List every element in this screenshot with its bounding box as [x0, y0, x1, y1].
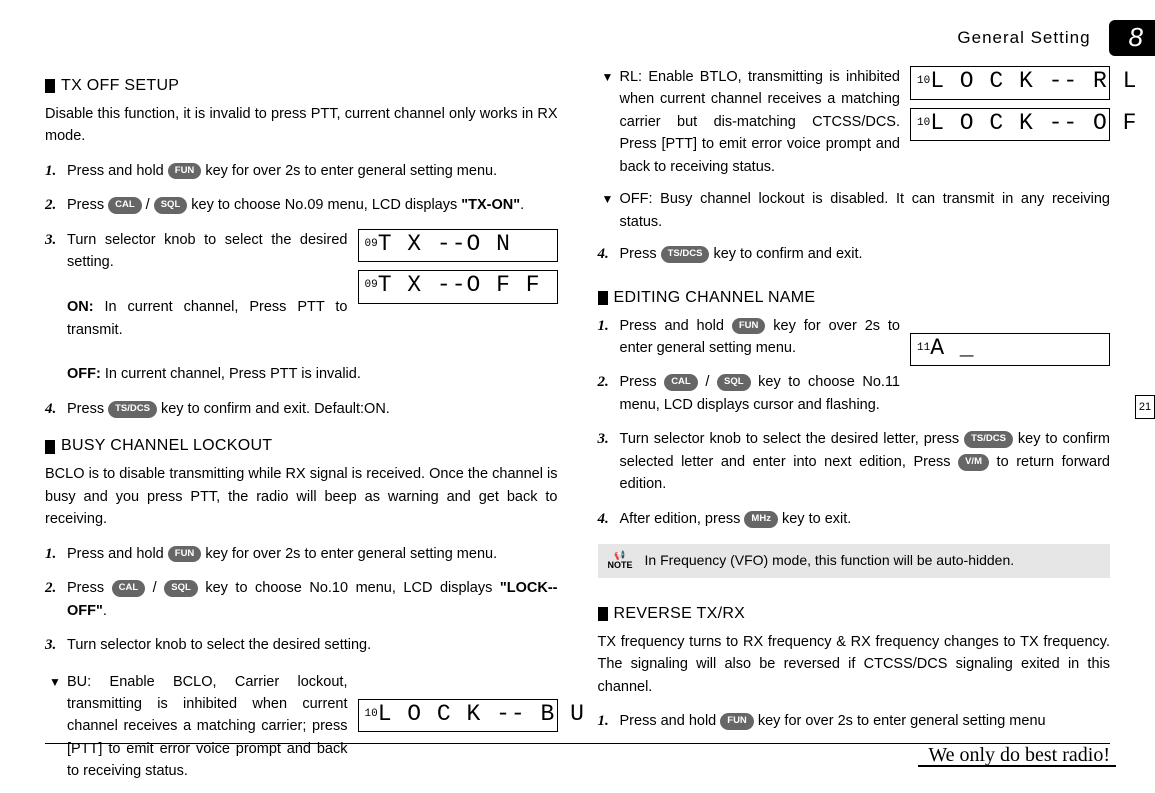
- step-number: 3.: [45, 634, 56, 657]
- step-number: 2.: [45, 194, 56, 217]
- section-title-text: REVERSE TX/RX: [614, 602, 746, 627]
- sql-key-icon: SQL: [164, 580, 198, 597]
- step-number: 4.: [598, 508, 609, 531]
- tsdcs-key-icon: TS/DCS: [964, 431, 1013, 448]
- step: 1. 11A _ Press and hold FUN key for over…: [598, 315, 1111, 360]
- lcd-display: 11A _: [910, 333, 1110, 367]
- reverse-intro: TX frequency turns to RX frequency & RX …: [598, 631, 1111, 698]
- lcd-display: 09T X --O N: [358, 229, 558, 263]
- right-column: ▼ 10L O C K -- R L 10L O C K -- O F RL: …: [598, 28, 1111, 793]
- note-text: In Frequency (VFO) mode, this function w…: [645, 550, 1015, 572]
- header-title: General Setting: [957, 28, 1090, 48]
- lcd-display: 09T X --O F F: [358, 270, 558, 304]
- step: 1. Press and hold FUN key for over 2s to…: [598, 710, 1111, 732]
- bclo-intro: BCLO is to disable transmitting while RX…: [45, 463, 558, 530]
- step-number: 2.: [598, 371, 609, 394]
- fun-key-icon: FUN: [168, 163, 202, 180]
- section-title-text: EDITING CHANNEL NAME: [614, 286, 816, 311]
- lcd-display: 10L O C K -- B U: [358, 699, 558, 733]
- page-number-tab: 21: [1135, 395, 1155, 419]
- step: 4. Press TS/DCS key to confirm and exit.…: [45, 398, 558, 420]
- note-box: 📢NOTE In Frequency (VFO) mode, this func…: [598, 544, 1111, 578]
- cal-key-icon: CAL: [664, 374, 698, 391]
- section-title-text: BUSY CHANNEL LOCKOUT: [61, 434, 272, 459]
- triangle-bullet-icon: ▼: [602, 68, 614, 87]
- step: 4. Press TS/DCS key to confirm and exit.: [598, 243, 1111, 265]
- step: 1. Press and hold FUN key for over 2s to…: [45, 543, 558, 565]
- tsdcs-key-icon: TS/DCS: [108, 401, 157, 418]
- step-number: 2.: [45, 577, 56, 600]
- step: 3. Turn selector knob to select the desi…: [598, 428, 1111, 495]
- tx-off-intro: Disable this function, it is invalid to …: [45, 103, 558, 148]
- left-column: TX OFF SETUP Disable this function, it i…: [45, 28, 558, 793]
- section-edit-name-title: EDITING CHANNEL NAME: [598, 286, 1111, 311]
- triangle-bullet-icon: ▼: [602, 190, 614, 209]
- step: 1. Press and hold FUN key for over 2s to…: [45, 160, 558, 182]
- step-number: 1.: [45, 543, 56, 566]
- sql-key-icon: SQL: [154, 197, 188, 214]
- step: 2. Press CAL / SQL key to choose No.10 m…: [45, 577, 558, 622]
- step-number: 4.: [45, 398, 56, 421]
- step: 4. After edition, press MHz key to exit.: [598, 508, 1111, 530]
- cal-key-icon: CAL: [108, 197, 142, 214]
- bullet-item: ▼ 10L O C K -- R L 10L O C K -- O F RL: …: [598, 66, 1111, 178]
- fun-key-icon: FUN: [732, 318, 766, 335]
- lcd-display: 10L O C K -- O F: [910, 108, 1110, 142]
- section-title-text: TX OFF SETUP: [61, 74, 179, 99]
- cal-key-icon: CAL: [112, 580, 146, 597]
- triangle-bullet-icon: ▼: [49, 673, 61, 692]
- section-bclo-title: BUSY CHANNEL LOCKOUT: [45, 434, 558, 459]
- step: 2. Press CAL / SQL key to choose No.11 m…: [598, 371, 1111, 416]
- step-number: 1.: [45, 160, 56, 183]
- fun-key-icon: FUN: [168, 546, 202, 563]
- chapter-number: 8: [1109, 20, 1155, 56]
- step-number: 1.: [598, 710, 609, 733]
- sql-key-icon: SQL: [717, 374, 751, 391]
- step: 2. Press CAL / SQL key to choose No.09 m…: [45, 194, 558, 216]
- section-reverse-title: REVERSE TX/RX: [598, 602, 1111, 627]
- step-number: 3.: [45, 229, 56, 252]
- step: 3. Turn selector knob to select the desi…: [45, 634, 558, 656]
- mhz-key-icon: MHz: [744, 511, 778, 528]
- vm-key-icon: V/M: [958, 454, 989, 471]
- bullet-item: ▼ OFF: Busy channel lockout is disabled.…: [598, 188, 1111, 233]
- step: 3. 09T X --O N 09T X --O F F Turn select…: [45, 229, 558, 386]
- note-icon: 📢NOTE: [608, 551, 633, 571]
- fun-key-icon: FUN: [720, 713, 754, 730]
- step-number: 4.: [598, 243, 609, 266]
- step-number: 1.: [598, 315, 609, 338]
- page-footer: We only do best radio!: [45, 743, 1110, 767]
- lcd-display: 10L O C K -- R L: [910, 66, 1110, 100]
- step-number: 3.: [598, 428, 609, 451]
- slogan-text: We only do best radio!: [928, 744, 1110, 767]
- section-tx-off-title: TX OFF SETUP: [45, 74, 558, 99]
- page-header: General Setting 8: [957, 20, 1155, 56]
- tsdcs-key-icon: TS/DCS: [661, 246, 710, 263]
